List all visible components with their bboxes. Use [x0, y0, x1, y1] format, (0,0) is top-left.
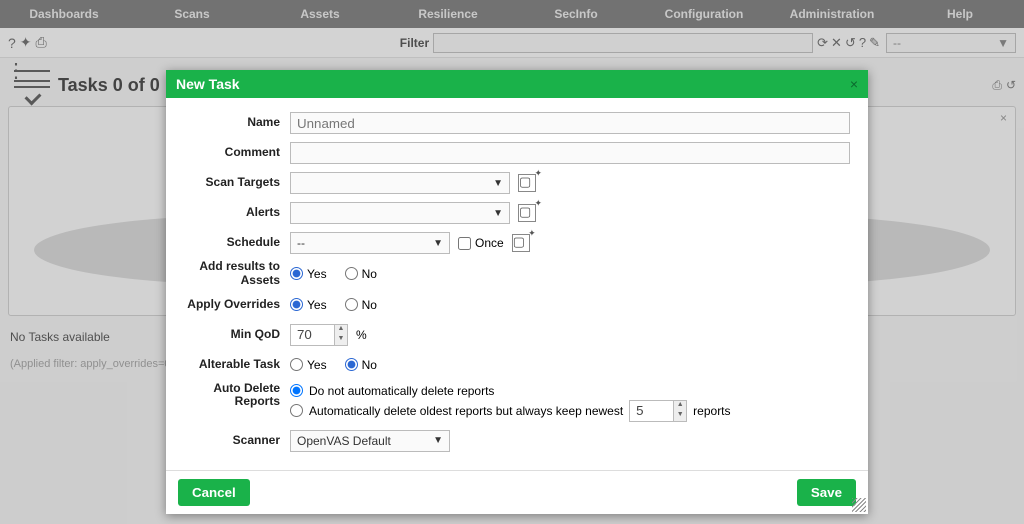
- chevron-down-icon: ▼: [493, 178, 503, 189]
- label-alerts: Alerts: [170, 206, 290, 220]
- alerts-select[interactable]: ▼: [290, 202, 510, 224]
- label-comment: Comment: [170, 146, 290, 160]
- apply-overrides-no[interactable]: [345, 298, 358, 311]
- radio-yes-label: Yes: [307, 298, 327, 312]
- auto-delete-no[interactable]: [290, 384, 303, 397]
- schedule-select[interactable]: -- ▼: [290, 232, 450, 254]
- new-schedule-button[interactable]: ▢: [512, 234, 530, 252]
- chevron-down-icon: ▼: [493, 208, 503, 219]
- schedule-value: --: [297, 236, 305, 250]
- label-apply-overrides: Apply Overrides: [170, 298, 290, 312]
- radio-yes-label: Yes: [307, 267, 327, 281]
- spin-down-icon[interactable]: ▼: [335, 335, 347, 345]
- add-results-no[interactable]: [345, 267, 358, 280]
- dialog-close-icon[interactable]: ×: [850, 76, 858, 92]
- chevron-down-icon: ▼: [433, 435, 443, 446]
- auto-delete-opt2-pre: Automatically delete oldest reports but …: [309, 404, 623, 418]
- chevron-down-icon: ▼: [433, 238, 443, 249]
- comment-field[interactable]: [290, 142, 850, 164]
- cancel-button[interactable]: Cancel: [178, 479, 250, 506]
- radio-yes-label: Yes: [307, 358, 327, 372]
- scanner-select[interactable]: OpenVAS Default ▼: [290, 430, 450, 452]
- dialog-footer: Cancel Save: [166, 470, 868, 514]
- dialog-titlebar: New Task ×: [166, 70, 868, 98]
- apply-overrides-yes[interactable]: [290, 298, 303, 311]
- alterable-no[interactable]: [345, 358, 358, 371]
- radio-no-label: No: [362, 267, 377, 281]
- label-scan-targets: Scan Targets: [170, 176, 290, 190]
- label-add-results: Add results to Assets: [170, 260, 290, 288]
- label-schedule: Schedule: [170, 236, 290, 250]
- radio-no-label: No: [362, 298, 377, 312]
- dialog-title-text: New Task: [176, 76, 240, 92]
- spin-up-icon[interactable]: ▲: [335, 325, 347, 335]
- schedule-once-label: Once: [475, 236, 504, 250]
- label-scanner: Scanner: [170, 434, 290, 448]
- label-alterable: Alterable Task: [170, 358, 290, 372]
- add-results-yes[interactable]: [290, 267, 303, 280]
- spin-down-icon: ▼: [674, 411, 686, 421]
- pct-label: %: [356, 328, 367, 342]
- name-field[interactable]: [290, 112, 850, 134]
- new-task-dialog: New Task × Name Comment Scan Targets ▼ ▢…: [166, 70, 868, 514]
- schedule-once-checkbox[interactable]: [458, 237, 471, 250]
- label-auto-delete: Auto Delete Reports: [170, 382, 290, 410]
- new-target-button[interactable]: ▢: [518, 174, 536, 192]
- radio-no-label: No: [362, 358, 377, 372]
- scan-targets-select[interactable]: ▼: [290, 172, 510, 194]
- min-qod-field[interactable]: [290, 324, 334, 346]
- scanner-value: OpenVAS Default: [297, 434, 391, 448]
- auto-delete-opt2-post: reports: [693, 404, 730, 418]
- new-alert-button[interactable]: ▢: [518, 204, 536, 222]
- alterable-yes[interactable]: [290, 358, 303, 371]
- resize-handle-icon[interactable]: [852, 498, 866, 512]
- save-button[interactable]: Save: [797, 479, 856, 506]
- auto-delete-yes[interactable]: [290, 404, 303, 417]
- auto-delete-opt1-label: Do not automatically delete reports: [309, 384, 494, 398]
- dialog-body: Name Comment Scan Targets ▼ ▢ Alerts ▼ ▢: [166, 98, 868, 470]
- spin-up-icon: ▲: [674, 401, 686, 411]
- label-min-qod: Min QoD: [170, 328, 290, 342]
- auto-delete-keep-field: [629, 400, 673, 422]
- label-name: Name: [170, 116, 290, 130]
